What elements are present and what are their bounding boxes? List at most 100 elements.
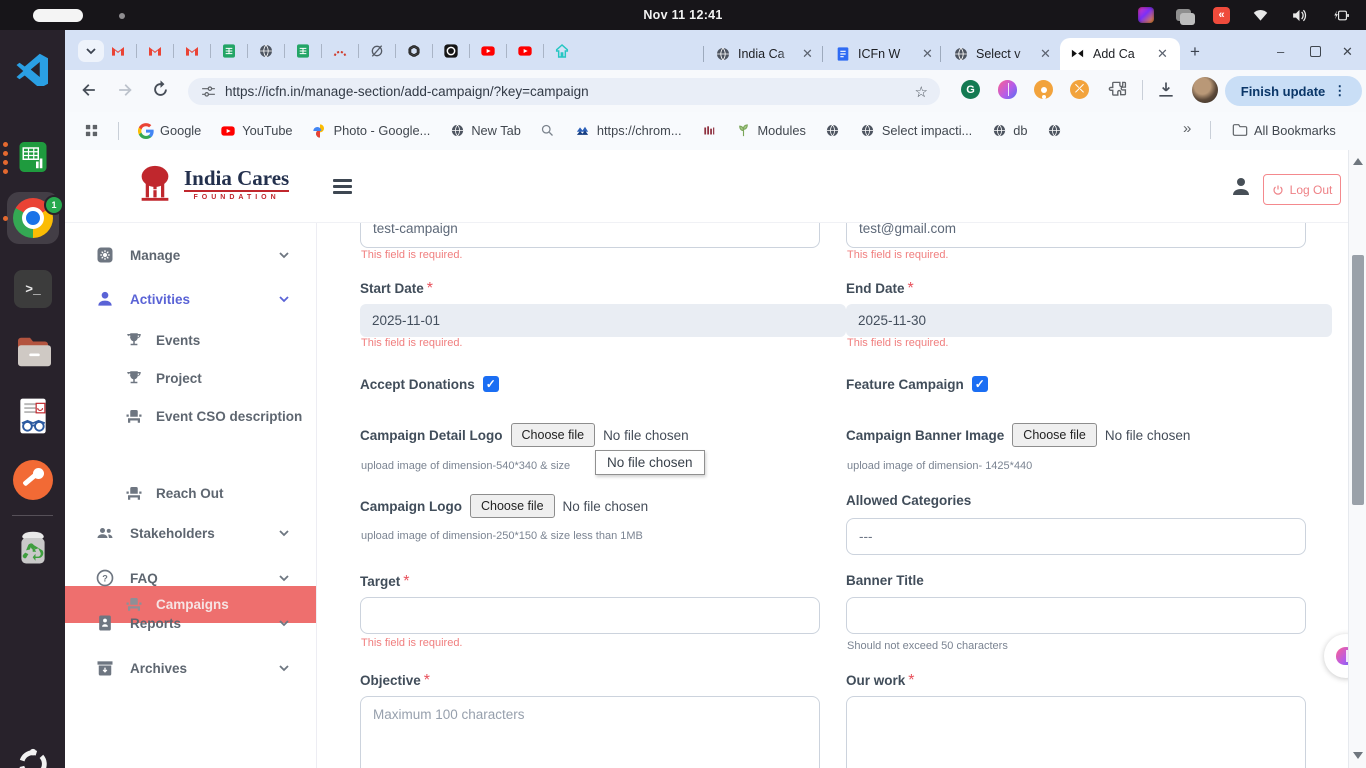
tab-close-icon[interactable]: ✕ (802, 46, 813, 62)
hamburger-menu-icon[interactable] (333, 176, 352, 197)
page-scrollbar[interactable] (1348, 150, 1366, 768)
pinned-tab-homey[interactable] (554, 43, 570, 59)
back-button[interactable] (79, 80, 99, 100)
scroll-up-arrow[interactable] (1353, 158, 1363, 165)
bookmark-new-tab[interactable]: New Tab (449, 123, 521, 139)
sidebar-item-project[interactable]: Project (65, 365, 316, 391)
objective-textarea[interactable] (360, 696, 820, 768)
tab-add-campaign-active[interactable]: Add Ca ✕ (1060, 38, 1180, 70)
tab-close-icon[interactable]: ✕ (922, 46, 933, 62)
profile-avatar[interactable] (1192, 77, 1218, 103)
apps-grid-icon[interactable] (83, 123, 99, 139)
forward-button[interactable] (115, 80, 135, 100)
india-cares-logo[interactable]: India Cares FOUNDATION (135, 163, 289, 205)
bookmark-search[interactable] (540, 123, 556, 139)
banner-image-choose-file-button[interactable]: Choose file (1012, 423, 1097, 447)
sidebar-item-reports[interactable]: Reports (65, 610, 316, 636)
pinned-tab-arc[interactable] (332, 43, 348, 59)
postman-icon[interactable] (11, 458, 55, 502)
sync-icon[interactable]: « (1213, 7, 1230, 24)
allowed-categories-select[interactable]: --- (846, 518, 1306, 555)
trash-icon[interactable] (11, 526, 55, 570)
detail-logo-choose-file-button[interactable]: Choose file (511, 423, 596, 447)
minimize-button[interactable]: – (1277, 44, 1284, 59)
pinned-tab-sheets[interactable] (295, 43, 311, 59)
pinned-tab-gmail[interactable] (110, 43, 126, 59)
downloads-icon[interactable] (1156, 80, 1176, 100)
address-bar[interactable]: https://icfn.in/manage-section/add-campa… (188, 78, 940, 105)
new-tab-button[interactable]: + (1190, 42, 1200, 62)
terminal-icon[interactable]: >_ (11, 267, 55, 311)
restore-button[interactable] (1310, 46, 1321, 57)
end-date-input[interactable]: 2025-11-30 (846, 304, 1332, 337)
pinned-tab-sheets[interactable] (221, 43, 237, 59)
detail-logo-row: Campaign Detail Logo Choose file No file… (360, 423, 689, 447)
document-viewer-icon[interactable] (11, 394, 55, 438)
orange-x-extension-icon[interactable]: ⤫ (1070, 80, 1089, 99)
pinned-tab-zero[interactable] (369, 43, 385, 59)
seat-icon (125, 407, 143, 425)
tab-close-icon[interactable]: ✕ (1040, 46, 1051, 62)
vscode-icon[interactable] (11, 46, 55, 90)
bookmark-maroon-site[interactable] (701, 123, 717, 139)
reload-button[interactable] (151, 80, 170, 99)
tab-india-cares[interactable]: India Ca ✕ (705, 38, 820, 70)
campaign-logo-choose-file-button[interactable]: Choose file (470, 494, 555, 518)
bookmarks-overflow-chevron[interactable]: » (1183, 120, 1191, 137)
target-input[interactable] (360, 597, 820, 634)
brain-extension-icon[interactable] (998, 80, 1017, 99)
sidebar-item-stakeholders[interactable]: Stakeholders (65, 520, 316, 546)
pinned-tab-globe[interactable] (258, 43, 274, 59)
scroll-down-arrow[interactable] (1353, 752, 1363, 759)
site-settings-icon[interactable] (200, 83, 217, 100)
grammarly-icon[interactable]: G (961, 80, 980, 99)
feature-campaign-checkbox[interactable]: ✓ (972, 376, 988, 392)
ubuntu-apps-icon[interactable] (11, 742, 55, 768)
banner-title-input[interactable] (846, 597, 1306, 634)
bookmark-google[interactable]: Google (138, 123, 201, 139)
extensions-puzzle-icon[interactable] (1108, 80, 1127, 99)
close-window-button[interactable]: ✕ (1342, 44, 1353, 60)
sidebar-item-reach-out[interactable]: Reach Out (65, 480, 316, 506)
bookmark-globe[interactable] (825, 123, 841, 139)
sidebar-item-faq[interactable]: ? FAQ (65, 565, 316, 591)
libreoffice-calc-icon[interactable] (11, 135, 55, 179)
sidebar-item-event-cso-description[interactable]: Event CSO description (65, 403, 316, 429)
tab-search-button[interactable] (78, 40, 104, 62)
tab-close-icon[interactable]: ✕ (1157, 46, 1168, 62)
our-work-textarea[interactable] (846, 696, 1306, 768)
sidebar-item-events[interactable]: Events (65, 327, 316, 353)
pinned-tab-youtube[interactable] (517, 43, 533, 59)
sidebar-item-activities[interactable]: Activities (65, 286, 316, 312)
logout-button[interactable]: Log Out (1263, 174, 1341, 205)
browser-menu-icon[interactable]: ⋮ (1333, 83, 1346, 99)
screen-recorder-icon[interactable] (1138, 7, 1154, 23)
files-icon[interactable] (11, 330, 55, 374)
bookmark-select-impact[interactable]: Select impacti... (860, 123, 972, 139)
pinned-tab-gmail[interactable] (184, 43, 200, 59)
tab-icfn[interactable]: ICFn W ✕ (825, 38, 938, 70)
orange-person-extension-icon[interactable] (1034, 80, 1053, 99)
pinned-tab-obsidian[interactable] (443, 43, 459, 59)
user-icon[interactable] (1229, 174, 1253, 198)
bookmark-modules[interactable]: Modules (736, 123, 806, 139)
scrollbar-thumb[interactable] (1352, 255, 1364, 505)
bookmark-globe[interactable] (1046, 123, 1062, 139)
bookmark-youtube[interactable]: YouTube (220, 123, 292, 139)
chat-icon[interactable] (1176, 9, 1191, 21)
bookmark-star-icon[interactable]: ☆ (915, 83, 928, 101)
start-date-input[interactable]: 2025-11-01 (360, 304, 846, 337)
sidebar-item-archives[interactable]: Archives (65, 655, 316, 681)
pinned-tab-openai[interactable] (406, 43, 422, 59)
banner-title-helper: Should not exceed 50 characters (847, 640, 1008, 652)
tab-select[interactable]: Select v ✕ (943, 38, 1056, 70)
bookmark-google-photos[interactable]: Photo - Google... (312, 123, 431, 139)
pinned-tab-youtube[interactable] (480, 43, 496, 59)
all-bookmarks-button[interactable]: All Bookmarks (1232, 122, 1336, 138)
bookmark-db[interactable]: db (991, 123, 1027, 139)
pinned-tab-gmail[interactable] (147, 43, 163, 59)
sidebar-item-manage[interactable]: Manage (65, 242, 316, 268)
finish-update-button[interactable]: Finish update ⋮ (1225, 76, 1362, 106)
accept-donations-checkbox[interactable]: ✓ (483, 376, 499, 392)
bookmark-chrome-link[interactable]: https://chrom... (575, 123, 682, 139)
